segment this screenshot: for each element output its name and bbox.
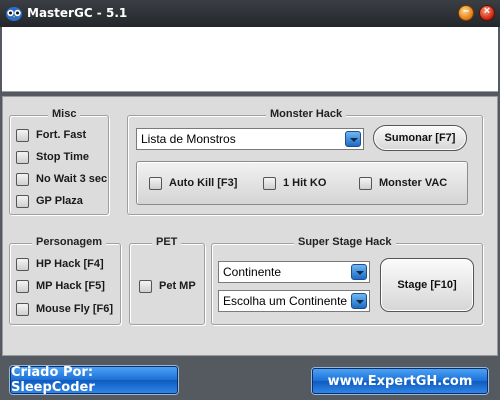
misc-group-title: Misc xyxy=(48,108,81,120)
close-button[interactable]: × xyxy=(479,5,495,21)
checkbox-label: Pet MP xyxy=(159,280,196,292)
stage-button[interactable]: Stage [F10] xyxy=(380,258,474,312)
personagem-checkbox-hp-hack[interactable]: HP Hack [F4] xyxy=(16,256,104,272)
pet-checkbox-pet-mp[interactable]: Pet MP xyxy=(139,278,196,294)
checkbox[interactable] xyxy=(149,176,162,190)
continent-select-value: Continente xyxy=(223,265,282,279)
personagem-checkbox-mp-hack[interactable]: MP Hack [F5] xyxy=(16,278,105,294)
monster-hack-group-title: Monster Hack xyxy=(266,108,347,120)
super-stage-group-title: Super Stage Hack xyxy=(294,236,396,248)
monster-list-select[interactable]: Lista de Monstros xyxy=(136,128,364,150)
checkbox-label: Monster VAC xyxy=(379,177,448,189)
choose-continent-value: Escolha um Continente xyxy=(223,294,348,308)
checkbox-label: Stop Time xyxy=(36,151,89,163)
super-stage-group: Super Stage Hack Continente Escolha um C… xyxy=(211,236,483,325)
misc-checkbox-no-wait[interactable]: No Wait 3 sec xyxy=(16,171,107,187)
monster-checkbox-auto-kill[interactable]: Auto Kill [F3] xyxy=(149,175,237,191)
misc-checkbox-fort-fast[interactable]: Fort. Fast xyxy=(16,127,86,143)
summon-button[interactable]: Sumonar [F7] xyxy=(373,125,467,151)
pet-group: PET Pet MP xyxy=(129,236,205,325)
misc-group: Misc Fort. Fast Stop Time No Wait 3 sec … xyxy=(9,108,109,215)
banner-area xyxy=(2,27,498,92)
credit-label: Criado Por: SleepCoder xyxy=(11,365,95,395)
monster-list-value: Lista de Monstros xyxy=(141,132,236,146)
checkbox[interactable] xyxy=(16,172,29,186)
personagem-group: Personagem HP Hack [F4] MP Hack [F5] Mou… xyxy=(9,236,121,325)
close-icon: × xyxy=(483,5,491,17)
checkbox[interactable] xyxy=(16,302,29,316)
pet-group-title: PET xyxy=(152,236,182,248)
chevron-down-icon[interactable] xyxy=(351,264,367,280)
monster-checkbox-monster-vac[interactable]: Monster VAC xyxy=(359,175,447,191)
checkbox-label: Mouse Fly [F6] xyxy=(36,303,114,315)
checkbox-label: 1 Hit KO xyxy=(283,177,327,189)
monster-checkbox-1-hit-ko[interactable]: 1 Hit KO xyxy=(263,175,326,191)
checkbox-label: GP Plaza xyxy=(36,195,83,207)
personagem-group-title: Personagem xyxy=(32,236,107,248)
checkbox[interactable] xyxy=(16,150,29,164)
minimize-button[interactable]: – xyxy=(458,5,474,21)
checkbox-label: Auto Kill [F3] xyxy=(169,177,238,189)
website-label: www.ExpertGH.com xyxy=(327,373,473,389)
summon-button-label: Sumonar [F7] xyxy=(384,132,456,144)
chevron-down-icon[interactable] xyxy=(345,131,361,147)
checkbox[interactable] xyxy=(16,128,29,142)
checkbox[interactable] xyxy=(16,257,29,271)
misc-checkbox-gp-plaza[interactable]: GP Plaza xyxy=(16,193,83,209)
monster-hack-group: Monster Hack Lista de Monstros Sumonar [… xyxy=(127,108,483,215)
window-title: MasterGC - 5.1 xyxy=(27,6,128,20)
main-panel: Misc Fort. Fast Stop Time No Wait 3 sec … xyxy=(2,96,498,356)
choose-continent-select[interactable]: Escolha um Continente xyxy=(218,290,370,312)
checkbox[interactable] xyxy=(16,279,29,293)
chevron-down-icon[interactable] xyxy=(351,293,367,309)
checkbox-label: Fort. Fast xyxy=(36,129,87,141)
checkbox[interactable] xyxy=(359,176,372,190)
personagem-checkbox-mouse-fly[interactable]: Mouse Fly [F6] xyxy=(16,301,113,317)
checkbox[interactable] xyxy=(139,279,152,293)
stage-button-label: Stage [F10] xyxy=(397,279,457,291)
continent-select[interactable]: Continente xyxy=(218,261,370,283)
checkbox[interactable] xyxy=(263,176,276,190)
checkbox-label: HP Hack [F4] xyxy=(36,258,104,270)
owl-icon xyxy=(6,7,22,21)
monster-options-box: Auto Kill [F3] 1 Hit KO Monster VAC xyxy=(136,161,468,205)
credit-button[interactable]: Criado Por: SleepCoder xyxy=(10,365,178,395)
title-bar[interactable]: MasterGC - 5.1 – × xyxy=(0,0,500,27)
misc-checkbox-stop-time[interactable]: Stop Time xyxy=(16,149,89,165)
checkbox-label: MP Hack [F5] xyxy=(36,280,105,292)
website-link[interactable]: www.ExpertGH.com xyxy=(312,368,488,394)
minimize-icon: – xyxy=(462,5,470,17)
checkbox-label: No Wait 3 sec xyxy=(36,173,108,185)
checkbox[interactable] xyxy=(16,194,29,208)
